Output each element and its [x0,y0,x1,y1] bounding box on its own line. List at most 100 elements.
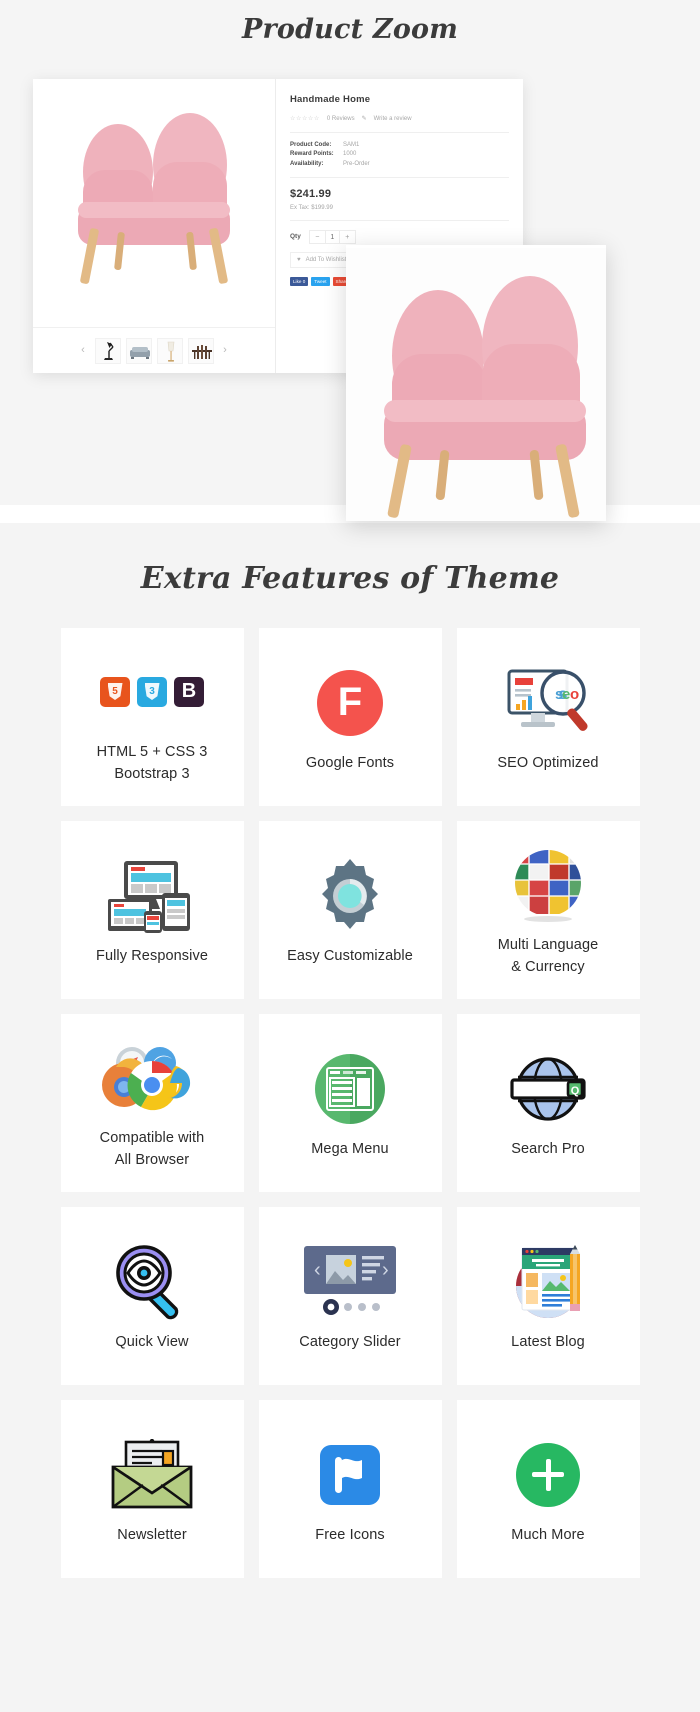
product-price: $241.99 [290,187,332,200]
floor-lamp-icon [167,341,174,362]
svg-text:o: o [570,686,579,703]
quantity-increase-button[interactable]: + [340,231,355,244]
thumbnail-carousel[interactable]: ‹ › [33,327,275,373]
feature-card-google-fonts[interactable]: F Google Fonts [258,628,442,806]
sofa-icon [129,346,150,359]
feature-card-quick-view[interactable]: Quick View [60,1207,244,1385]
feature-label: Quick View [115,1333,189,1350]
feature-label: SEO Optimized [497,754,599,771]
mega-menu-icon [315,1046,385,1132]
quantity-label: Qty [290,233,301,241]
product-zoom-stage: ‹ › Handmade Home ☆☆☆☆☆ 0 Reviews ✎ Writ… [0,71,700,521]
thumb-prev-arrow[interactable]: ‹ [77,345,90,356]
flag-icon-tile [320,1444,380,1505]
plus-circle-icon [516,1432,580,1518]
reviews-count: 0 Reviews [326,115,355,122]
feature-card-compatible-browsers[interactable]: Compatible with All Browser [60,1014,244,1192]
slider-next-arrow: › [382,1259,389,1281]
feature-card-multi-language-currency[interactable]: Multi Language & Currency [456,821,640,999]
product-price-box: $241.99 Ex Tax: $199.99 [290,178,509,222]
product-main-image[interactable] [33,79,275,327]
feature-card-seo-optimized[interactable]: s seo s e o SEO Optimized [456,628,640,806]
search-globe-icon: Q [506,1046,590,1132]
feature-label: Latest Blog [511,1333,585,1350]
meta-key: Availability: [290,160,324,167]
browser-logos-icon [102,1046,191,1110]
feature-card-free-icons[interactable]: Free Icons [258,1400,442,1578]
landing-page: Product Zoom ‹ › Handmade Home ☆☆☆☆☆ 0 R… [0,0,700,1620]
feature-label: Much More [511,1526,585,1543]
feature-card-fully-responsive[interactable]: Fully Responsive [60,821,244,999]
wishlist-label: Add To Wishlist [305,256,347,263]
feature-label: Mega Menu [311,1140,389,1157]
feature-card-easy-customizable[interactable]: Easy Customizable [258,821,442,999]
browsers-icon [102,1035,202,1121]
globe-search-icon: Q [510,1057,586,1121]
seo-monitor-magnifier-icon: s seo s e o [507,669,588,731]
feature-card-category-slider[interactable]: ‹ › Category Slider [258,1207,442,1385]
feature-label: Google Fonts [305,754,395,771]
feature-label: HTML 5 + CSS 3 Bootstrap 3 [96,743,208,782]
thumbnail-dining-set[interactable] [187,337,214,364]
thumbnail-sofa[interactable] [125,337,152,364]
zoomed-image-popup [346,245,606,521]
newsletter-envelope-icon [109,1432,195,1518]
meta-key: Product Code: [290,142,332,149]
twitter-tweet-button[interactable]: Tweet [311,277,330,287]
category-slider-icon: ‹ › [302,1239,398,1325]
thumb-next-arrow[interactable]: › [219,345,232,356]
quantity-decrease-button[interactable]: − [310,231,325,244]
thumbnail-desk-lamp[interactable] [94,337,121,364]
seo-optimized-icon: s seo s e o [505,660,591,746]
blog-page-pencil-icon [516,1244,580,1318]
popup-top-bar [354,245,598,248]
meta-value: 1000 [343,151,357,158]
product-meta-row: Reward Points: 1000 [290,150,509,159]
feature-label: Newsletter [117,1526,187,1543]
magnifier-eye-icon [116,1244,179,1319]
css3-shield-label: 3 [144,683,160,701]
plus-circle-glyph [516,1442,580,1507]
feature-label: Free Icons [315,1526,385,1543]
bootstrap-icon: B [174,676,204,707]
feature-card-search-pro[interactable]: Q Search Pro [456,1014,640,1192]
slider-dot [344,1302,352,1311]
slider-icon: ‹ › [304,1245,396,1315]
feature-label: Multi Language & Currency [497,936,599,975]
flags-globe-icon [509,842,587,928]
feature-card-newsletter[interactable]: Newsletter [60,1400,244,1578]
latest-blog-icon [506,1239,590,1325]
slider-dot [358,1302,366,1311]
quantity-row: Qty − 1 + [290,221,509,245]
product-name: Handmade Home [290,94,371,105]
slider-dot [372,1302,380,1311]
quantity-stepper[interactable]: − 1 + [308,230,356,245]
feature-card-html5-css3-bootstrap[interactable]: 5 3 B HTML 5 + CSS 3 Bootstrap 3 [60,628,244,806]
product-zoom-section: Product Zoom ‹ › Handmade Home ☆☆☆☆☆ 0 R… [0,0,700,521]
feature-label: Easy Customizable [287,947,413,964]
google-fonts-icon: F [317,660,383,746]
envelope-letter-icon [111,1438,193,1509]
thumbnail-floor-lamp[interactable] [156,337,183,364]
feature-card-mega-menu[interactable]: Mega Menu [258,1014,442,1192]
responsive-devices-icon [106,853,198,939]
product-review-row: ☆☆☆☆☆ 0 Reviews ✎ Write a review [290,115,509,134]
settings-gear-icon [322,858,378,929]
feature-label: Compatible with All Browser [99,1129,205,1168]
mega-menu-circle [315,1053,385,1124]
html5-icon: 5 [100,676,130,707]
feature-card-much-more[interactable]: Much More [456,1400,640,1578]
desk-lamp-icon [103,341,114,360]
slider-prev-arrow: ‹ [314,1259,321,1281]
feature-label: Category Slider [299,1333,401,1350]
zoomed-armchair-image [384,276,586,518]
flag-glyph [335,1456,362,1493]
quantity-input[interactable]: 1 [324,230,340,244]
feature-grid: 5 3 B HTML 5 + CSS 3 Bootstrap 3 F Googl… [0,628,700,1578]
write-review-link[interactable]: Write a review [374,115,412,124]
feature-card-latest-blog[interactable]: Latest Blog [456,1207,640,1385]
product-gallery: ‹ › [33,79,276,373]
facebook-like-button[interactable]: Like 0 [290,277,309,287]
product-meta-row: Availability: Pre-Order [290,160,509,169]
search-q-glyph: Q [571,1085,580,1097]
